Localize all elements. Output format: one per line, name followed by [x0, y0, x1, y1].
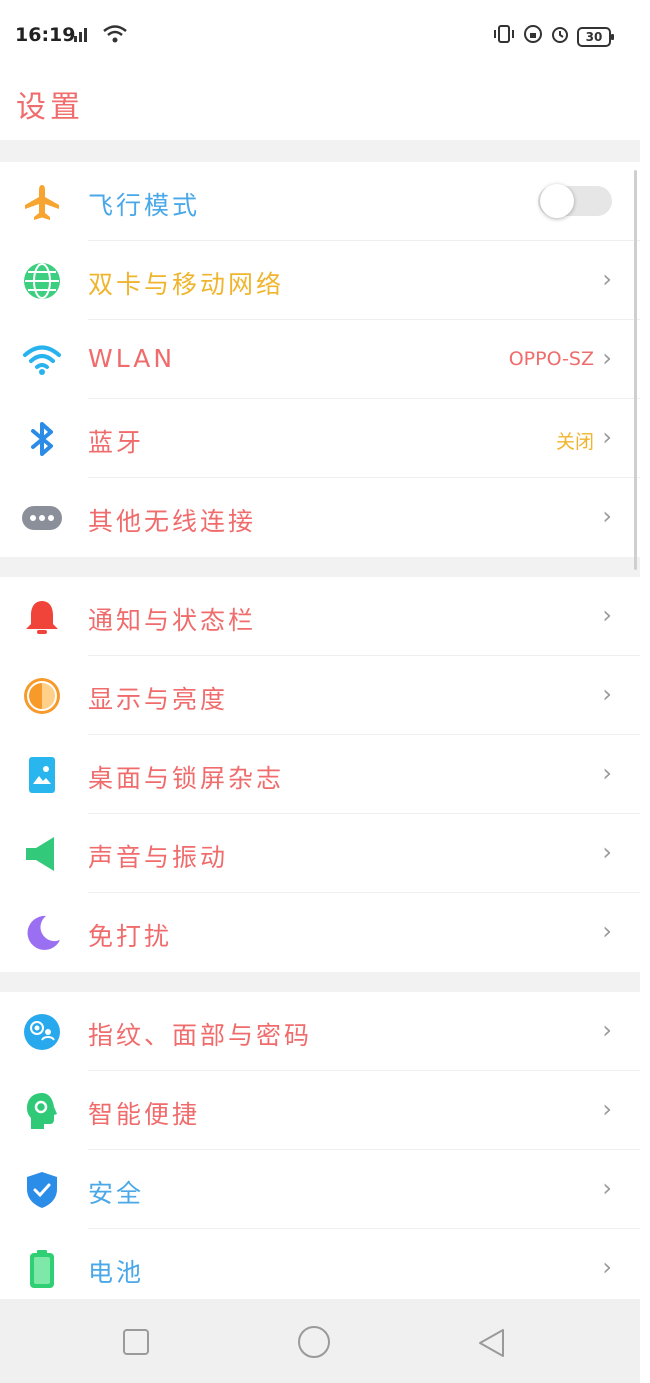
settings-item-do-not-disturb[interactable]: 免打扰 › — [0, 893, 640, 972]
fingerprint-face-icon — [20, 1010, 64, 1054]
smart-assist-icon — [20, 1089, 64, 1133]
back-button[interactable] — [476, 1327, 508, 1363]
vibrate-icon — [492, 24, 516, 49]
signal-icon — [72, 24, 98, 49]
alarm-icon — [549, 24, 571, 49]
settings-item-other-wireless[interactable]: 其他无线连接 › — [0, 478, 640, 557]
settings-item-label: 桌面与锁屏杂志 — [88, 764, 285, 793]
settings-item-airplane-mode[interactable]: 飞行模式 — [0, 162, 640, 241]
navigation-bar — [0, 1299, 640, 1383]
wlan-network-value: OPPO-SZ — [508, 348, 594, 370]
settings-item-fingerprint[interactable]: 指纹、面部与密码 › — [0, 992, 640, 1071]
brightness-icon — [20, 674, 64, 718]
chevron-right-icon: › — [602, 759, 612, 787]
settings-item-dual-sim[interactable]: 双卡与移动网络 › — [0, 241, 640, 320]
bluetooth-status-value: 关闭 — [555, 431, 594, 453]
settings-item-label: 指纹、面部与密码 — [88, 1021, 313, 1050]
wifi-icon — [20, 338, 64, 382]
chevron-right-icon: › — [602, 1174, 612, 1202]
speaker-icon — [20, 832, 64, 876]
settings-item-label: 双卡与移动网络 — [88, 270, 285, 299]
settings-item-bluetooth[interactable]: 蓝牙 关闭 › — [0, 399, 640, 478]
settings-item-label: 电池 — [88, 1258, 145, 1287]
chevron-right-icon: › — [602, 680, 612, 708]
settings-item-wallpaper[interactable]: 桌面与锁屏杂志 › — [0, 735, 640, 814]
globe-icon — [20, 259, 64, 303]
recent-apps-button[interactable] — [121, 1327, 151, 1361]
battery-status: 30 — [577, 27, 614, 47]
settings-item-security[interactable]: 安全 › — [0, 1150, 640, 1229]
section-divider — [0, 557, 640, 577]
chevron-right-icon: › — [602, 423, 612, 451]
settings-item-display[interactable]: 显示与亮度 › — [0, 656, 640, 735]
chevron-right-icon: › — [602, 917, 612, 945]
airplane-mode-toggle[interactable] — [538, 184, 612, 218]
chevron-right-icon: › — [602, 502, 612, 530]
chevron-right-icon: › — [602, 838, 612, 866]
settings-item-label: 其他无线连接 — [88, 507, 257, 536]
settings-item-label: WLAN — [88, 344, 176, 373]
settings-item-label: 飞行模式 — [88, 191, 201, 220]
security-group: 指纹、面部与密码 › 智能便捷 › 安全 › 电池 › — [0, 992, 640, 1308]
wifi-status-icon — [102, 24, 128, 49]
home-button[interactable] — [297, 1325, 331, 1363]
bluetooth-icon — [20, 417, 64, 461]
section-divider — [0, 972, 640, 992]
settings-item-label: 蓝牙 — [88, 428, 145, 457]
moon-icon — [20, 911, 64, 955]
display-group: 通知与状态栏 › 显示与亮度 › 桌面与锁屏杂志 › 声音与振动 › 免打扰 › — [0, 577, 640, 972]
settings-item-label: 声音与振动 — [88, 843, 229, 872]
settings-item-label: 显示与亮度 — [88, 685, 229, 714]
connectivity-group: 飞行模式 双卡与移动网络 › WLAN OPPO-SZ › 蓝牙 关闭 › 其他… — [0, 162, 640, 557]
toggle-knob — [540, 184, 574, 218]
settings-item-notifications[interactable]: 通知与状态栏 › — [0, 577, 640, 656]
settings-item-smart-assist[interactable]: 智能便捷 › — [0, 1071, 640, 1150]
bell-icon — [20, 595, 64, 639]
lock-rotation-icon — [522, 24, 544, 49]
airplane-icon — [20, 180, 64, 224]
settings-item-wlan[interactable]: WLAN OPPO-SZ › — [0, 320, 640, 399]
settings-item-battery[interactable]: 电池 › — [0, 1229, 640, 1308]
settings-item-label: 智能便捷 — [88, 1100, 201, 1129]
settings-item-sound[interactable]: 声音与振动 › — [0, 814, 640, 893]
chevron-right-icon: › — [602, 1253, 612, 1281]
chevron-right-icon: › — [602, 265, 612, 293]
section-divider — [0, 140, 640, 162]
chevron-right-icon: › — [602, 1016, 612, 1044]
battery-icon — [20, 1247, 64, 1291]
chevron-right-icon: › — [602, 344, 612, 372]
chevron-right-icon: › — [602, 1095, 612, 1123]
more-icon — [20, 496, 64, 540]
scrollbar[interactable] — [634, 170, 637, 570]
settings-item-label: 免打扰 — [88, 922, 173, 951]
settings-item-label: 通知与状态栏 — [88, 606, 257, 635]
shield-icon — [20, 1168, 64, 1212]
page-title: 设置 — [16, 90, 84, 125]
status-time: 16:19 — [15, 24, 76, 46]
chevron-right-icon: › — [602, 601, 612, 629]
settings-item-label: 安全 — [88, 1179, 145, 1208]
wallpaper-icon — [20, 753, 64, 797]
status-bar: 16:19 30 — [0, 0, 650, 70]
